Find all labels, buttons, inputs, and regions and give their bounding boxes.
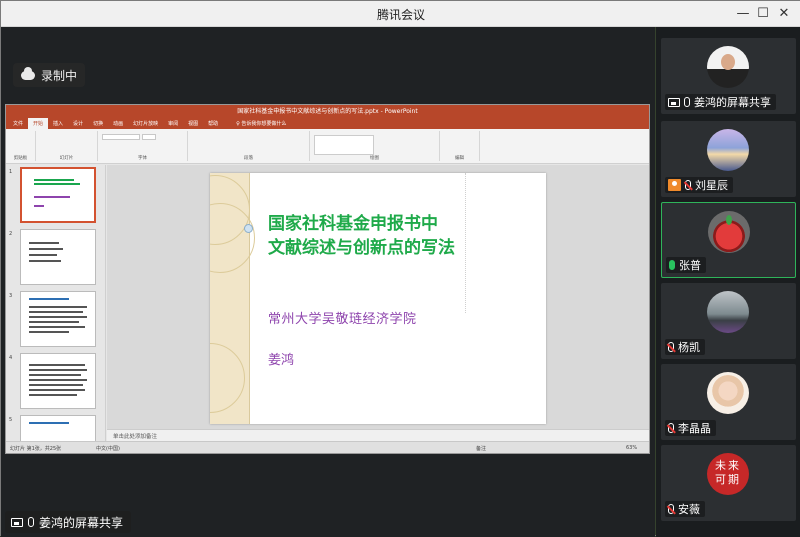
participant-name-tag: 李晶晶 <box>665 420 716 436</box>
tab-animations[interactable]: 动画 <box>108 118 128 129</box>
mic-speaking-icon <box>669 260 675 270</box>
screen-share-icon <box>11 517 23 527</box>
maximize-icon[interactable]: ☐ <box>753 4 773 24</box>
slide-count: 幻灯片 第1张，共25张 <box>10 446 62 452</box>
avatar <box>707 291 749 333</box>
mic-icon <box>684 97 690 107</box>
tab-home[interactable]: 开始 <box>28 118 49 129</box>
recording-label: 录制中 <box>41 68 78 83</box>
participant-tile-3[interactable]: 张普 <box>661 202 796 278</box>
ppt-ribbon: 剪贴板 幻灯片 字体 段落 绘图 编辑 <box>6 129 649 164</box>
presenter-name: 姜鸿的屏幕共享 <box>39 515 124 530</box>
tab-view[interactable]: 视图 <box>183 118 203 129</box>
participant-tile-1[interactable]: 姜鸿的屏幕共享 <box>661 38 796 114</box>
slide-thumb-1[interactable] <box>20 167 96 223</box>
slide-title-line-1[interactable]: 国家社科基金申报书中 <box>268 209 438 234</box>
cloud-record-icon <box>21 66 35 80</box>
participant-tile-4[interactable]: 杨凯 <box>661 283 796 359</box>
participant-name-tag: 姜鸿的屏幕共享 <box>665 94 776 110</box>
language-indicator: 中文(中国) <box>96 446 120 452</box>
tell-me-search[interactable]: ♀ 告诉我你想要做什么 <box>231 118 291 129</box>
font-size-box[interactable] <box>142 134 156 140</box>
zoom-level[interactable]: 63% <box>626 445 637 451</box>
tab-review[interactable]: 审阅 <box>163 118 183 129</box>
avatar <box>707 372 749 414</box>
recording-indicator[interactable]: 录制中 <box>13 63 86 87</box>
powerpoint-window: 国家社科基金申报书中文献综述与创新点的写法.pptx - PowerPoint … <box>5 104 650 454</box>
mic-muted-icon <box>685 180 691 190</box>
ribbon-group-font: 字体 <box>98 131 188 161</box>
notes-pane[interactable]: 单击此处添加备注 <box>107 429 649 441</box>
mic-muted-icon <box>668 504 674 514</box>
current-slide[interactable]: 国家社科基金申报书中 文献综述与创新点的写法 常州大学吴敬琏经济学院 姜鸿 <box>210 173 546 424</box>
tab-file[interactable]: 文件 <box>8 118 28 129</box>
selection-handle-icon[interactable] <box>244 224 253 233</box>
participant-name-tag: 杨凯 <box>665 339 705 355</box>
slide-author[interactable]: 姜鸿 <box>268 349 294 368</box>
tab-help[interactable]: 帮助 <box>203 118 223 129</box>
tab-insert[interactable]: 插入 <box>48 118 68 129</box>
meeting-window: 腾讯会议 — ☐ ✕ 录制中 国家社科基金申报书中文献综述与创新点的写法.ppt… <box>0 0 800 537</box>
tab-slideshow[interactable]: 幻灯片放映 <box>128 118 163 129</box>
presenter-label: 姜鸿的屏幕共享 <box>5 511 132 533</box>
ribbon-group-clipboard: 剪贴板 <box>6 131 36 161</box>
slide-thumbnails-pane: 1 2 3 4 5 <box>6 165 106 441</box>
ppt-ribbon-tabs: 文件 开始 插入 设计 切换 动画 幻灯片放映 审阅 视图 帮助 ♀ 告诉我你想… <box>6 118 649 129</box>
ribbon-group-paragraph: 段落 <box>188 131 310 161</box>
participant-panel: 姜鸿的屏幕共享 刘星辰 张普 杨凯 李晶晶 未来可期 安薇 <box>656 27 800 537</box>
participant-tile-5[interactable]: 李晶晶 <box>661 364 796 440</box>
tab-design[interactable]: 设计 <box>68 118 88 129</box>
slide-thumb-3[interactable] <box>20 291 96 347</box>
screen-share-icon <box>668 97 680 107</box>
slide-thumb-5[interactable] <box>20 415 96 441</box>
avatar <box>707 129 749 171</box>
slide-editing-area: 国家社科基金申报书中 文献综述与创新点的写法 常州大学吴敬琏经济学院 姜鸿 <box>107 165 649 429</box>
participant-name-tag: 安薇 <box>665 501 705 517</box>
font-name-box[interactable] <box>102 134 140 140</box>
mic-icon <box>28 517 34 527</box>
ribbon-group-editing: 编辑 <box>440 131 480 161</box>
ribbon-group-drawing: 绘图 <box>310 131 440 161</box>
participant-name-tag: 刘星辰 <box>665 177 733 193</box>
slide-subtitle[interactable]: 常州大学吴敬琏经济学院 <box>268 308 417 327</box>
mic-muted-icon <box>668 423 674 433</box>
participant-tile-2[interactable]: 刘星辰 <box>661 121 796 197</box>
participant-name-tag: 张普 <box>666 257 706 273</box>
avatar <box>708 211 750 253</box>
avatar <box>707 46 749 88</box>
slide-thumb-2[interactable] <box>20 229 96 285</box>
avatar: 未来可期 <box>707 453 749 495</box>
avatar-placeholder-icon <box>668 179 681 191</box>
ribbon-group-slides: 幻灯片 <box>36 131 98 161</box>
mic-muted-icon <box>668 342 674 352</box>
notes-toggle[interactable]: 备注 <box>476 445 486 452</box>
slide-title-line-2[interactable]: 文献综述与创新点的写法 <box>268 233 455 258</box>
window-title: 腾讯会议 <box>376 8 425 22</box>
ppt-title-bar: 国家社科基金申报书中文献综述与创新点的写法.pptx - PowerPoint <box>6 105 649 118</box>
participant-tile-6[interactable]: 未来可期 安薇 <box>661 445 796 521</box>
title-bar: 腾讯会议 — ☐ ✕ <box>1 1 800 27</box>
tab-transitions[interactable]: 切换 <box>88 118 108 129</box>
ppt-status-bar: 幻灯片 第1张，共25张 中文(中国) 备注 63% <box>6 441 649 453</box>
slide-thumb-4[interactable] <box>20 353 96 409</box>
close-icon[interactable]: ✕ <box>774 4 794 24</box>
minimize-icon[interactable]: — <box>733 4 753 24</box>
shapes-gallery[interactable] <box>314 135 374 155</box>
